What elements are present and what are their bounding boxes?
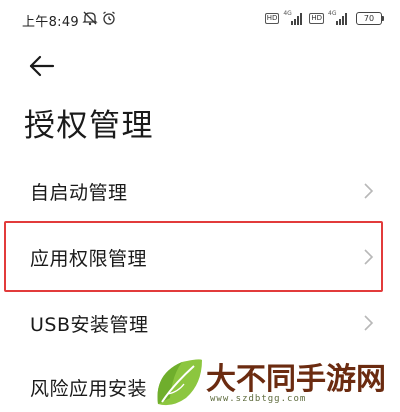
mute-icon <box>82 10 98 30</box>
watermark: 大不同手游网 www.szdbtgg.com <box>148 350 400 412</box>
hd-badge: HD <box>309 13 324 24</box>
watermark-url: www.szdbtgg.com <box>210 394 307 404</box>
back-button[interactable] <box>22 48 58 84</box>
status-indicators: HD 4G HD 4G 70 <box>264 9 384 25</box>
battery-level: 70 <box>363 14 375 23</box>
menu-item-label: USB安装管理 <box>30 314 149 336</box>
network-type: 4G <box>328 9 337 17</box>
page-title: 授权管理 <box>24 108 154 144</box>
network-type: 4G <box>283 9 292 17</box>
watermark-text: 大不同手游网 <box>206 362 386 397</box>
signal-icon: 4G <box>328 9 350 25</box>
menu-item-label: 自启动管理 <box>30 182 128 204</box>
status-time: 上午8:49 <box>22 15 79 30</box>
menu-item-usb-install[interactable]: USB安装管理 <box>0 292 400 354</box>
leaf-logo-icon <box>157 359 202 406</box>
alarm-icon <box>101 10 117 30</box>
signal-icon: 4G <box>283 9 305 25</box>
chevron-right-icon <box>364 183 374 199</box>
highlight-box <box>4 221 383 292</box>
arrow-left-icon <box>29 55 55 77</box>
menu-item-label: 风险应用安装 <box>30 378 148 400</box>
status-bar: 上午8:49 HD 4G HD 4G 70 <box>0 0 400 40</box>
hd-badge: HD <box>264 13 280 24</box>
battery-icon: 70 <box>356 12 384 25</box>
menu-item-auto-start[interactable]: 自启动管理 <box>0 160 400 222</box>
chevron-right-icon <box>364 315 374 331</box>
